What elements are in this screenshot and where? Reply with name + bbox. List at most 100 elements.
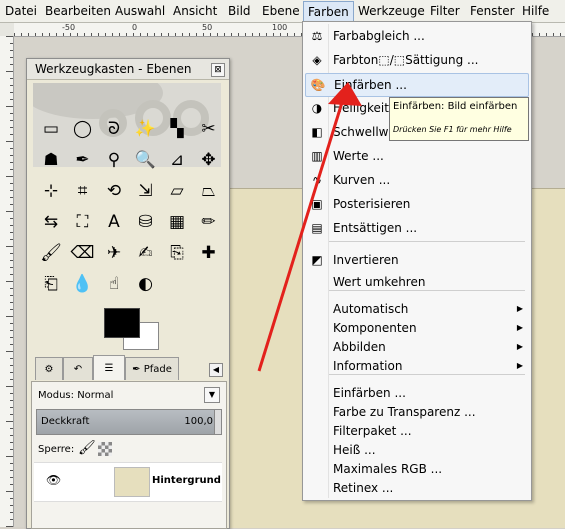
ruler-tick [35,33,36,36]
ruler-tick [10,43,13,44]
perspective-clone-icon[interactable]: ⎗ [39,272,63,296]
lock-pixels-icon[interactable]: 🖌 [78,440,96,456]
tab-tool-options[interactable]: ⚙ [35,357,63,380]
pencil-icon[interactable]: ✏ [197,210,221,234]
ruler-tick [10,232,13,233]
ruler-tick [280,33,281,36]
chevron-down-icon[interactable]: ▼ [204,387,220,403]
toolbox-titlebar[interactable]: Werkzeugkasten - Ebenen ⊠ [27,59,229,80]
ruler-tick [98,33,99,36]
ruler-tick [10,64,13,65]
lock-alpha-icon[interactable] [98,442,112,456]
rotate-icon[interactable]: ⟲ [102,179,126,203]
tool-options-icon: ⚙ [44,363,54,375]
mode-label[interactable]: Modus: Normal [38,390,113,401]
opacity-spinner[interactable] [214,410,221,434]
cage-icon[interactable]: ⛶ [71,210,95,234]
move-icon[interactable]: ✥ [197,148,221,172]
close-icon[interactable]: ⊠ [211,63,225,77]
ink-icon[interactable]: ✍ [134,241,158,265]
menu-datei[interactable]: Datei [5,3,37,19]
eye-icon[interactable]: 👁 [46,473,61,487]
ruler-tick [10,400,13,401]
fuzzy-select-icon[interactable]: ✨ [134,117,158,141]
text-icon[interactable]: A [102,210,126,234]
shear-icon[interactable]: ▱ [165,179,189,203]
ruler-tick [10,218,13,219]
clone-icon[interactable]: ⎘ [165,241,189,265]
ruler-tick [21,33,22,36]
layer-thumbnail [114,467,150,497]
menu-fenster[interactable]: Fenster [470,3,515,19]
layer-row[interactable]: 👁 Hintergrund [34,462,222,502]
menu-farben[interactable]: Farben [303,1,354,22]
menu-item-einfärben[interactable]: 🎨 Einfärben ... [305,73,529,97]
ruler-tick [105,33,106,36]
ruler-tick [10,498,13,499]
ruler-tick [294,33,295,36]
ruler-tick [10,253,13,254]
menu-item-information[interactable]: Information ▶ [305,355,529,377]
blur-icon[interactable]: 💧 [71,272,95,296]
lasso-icon[interactable]: ᘐ [102,117,126,141]
menu-bild[interactable]: Bild [228,3,251,19]
ruler-tick [259,33,260,36]
color-select-icon[interactable]: ▚ [165,117,189,141]
ruler-tick [10,435,13,436]
menu-item-retinex[interactable]: Retinex ... [305,477,529,499]
dock-tab-menu-button[interactable]: ◀ [209,363,223,377]
menu-item-kurven[interactable]: ∿ Kurven ... [305,169,529,191]
smudge-icon[interactable]: ☝ [102,272,126,296]
foreground-select-icon[interactable]: ☗ [39,148,63,172]
blend-icon[interactable]: ▦ [165,210,189,234]
align-icon[interactable]: ⊹ [39,179,63,203]
foreground-color-swatch[interactable] [104,308,140,338]
menu-item-invertieren[interactable]: ◩ Invertieren [305,249,529,271]
menu-filter[interactable]: Filter [430,3,460,19]
airbrush-icon[interactable]: ✈ [102,241,126,265]
ellipse-select-icon[interactable]: ◯ [71,117,95,141]
color-balance-icon: ⚖ [311,29,323,43]
menu-ebene[interactable]: Ebene [262,3,300,19]
ruler-corner[interactable] [0,23,15,37]
tab-layers[interactable]: ☰ [93,355,125,380]
color-picker-icon[interactable]: ⚲ [102,148,126,172]
ruler-tick [28,33,29,36]
ruler-tick [210,33,211,36]
opacity-slider[interactable]: Deckkraft 100,0 [36,409,222,435]
menu-item-posterisieren[interactable]: ▣ Posterisieren [305,193,529,215]
menu-auswahl[interactable]: Auswahl [115,3,165,19]
rect-select-icon[interactable]: ▭ [39,117,63,141]
tab-undo-history[interactable]: ↶ [63,357,93,380]
tab-paths[interactable]: ✒ Pfade [125,357,179,380]
menu-item-entsättigen[interactable]: ▤ Entsättigen ... [305,217,529,239]
ruler-tick [10,260,13,261]
bucket-fill-icon[interactable]: ⛁ [134,210,158,234]
menu-hilfe[interactable]: Hilfe [522,3,549,19]
heal-icon[interactable]: ✚ [197,241,221,265]
menu-item-farbabgleich[interactable]: ⚖ Farbabgleich ... [305,25,529,47]
dodge-burn-icon[interactable]: ◐ [134,272,158,296]
ruler-tick [10,120,13,121]
menu-item-wert-umkehren[interactable]: Wert umkehren [305,271,529,293]
measure-icon[interactable]: ⊿ [165,148,189,172]
zoom-icon[interactable]: 🔍 [134,148,158,172]
eraser-icon[interactable]: ⌫ [70,241,94,265]
menu-ansicht[interactable]: Ansicht [173,3,217,19]
ruler-tick [10,225,13,226]
ruler-tick [10,197,13,198]
scale-icon[interactable]: ⇲ [134,179,158,203]
paths-icon[interactable]: ✒ [71,148,95,172]
perspective-icon[interactable]: ⏢ [197,179,221,203]
menu-item-farbton-sättigung[interactable]: ◈ Farbton⬚/⬚Sättigung ... [305,49,529,71]
menu-bearbeiten[interactable]: Bearbeiten [45,3,111,19]
vertical-ruler[interactable] [0,36,14,527]
paintbrush-icon[interactable]: 🖌 [39,241,63,265]
menu-werkzeuge[interactable]: Werkzeuge [358,3,425,19]
crop-icon[interactable]: ⌗ [71,179,95,203]
flip-icon[interactable]: ⇆ [39,210,63,234]
menu-item-werte[interactable]: ▥ Werte ... [305,145,529,167]
ruler-tick [10,358,13,359]
scissors-icon[interactable]: ✂ [197,117,221,141]
ruler-tick [6,351,13,352]
